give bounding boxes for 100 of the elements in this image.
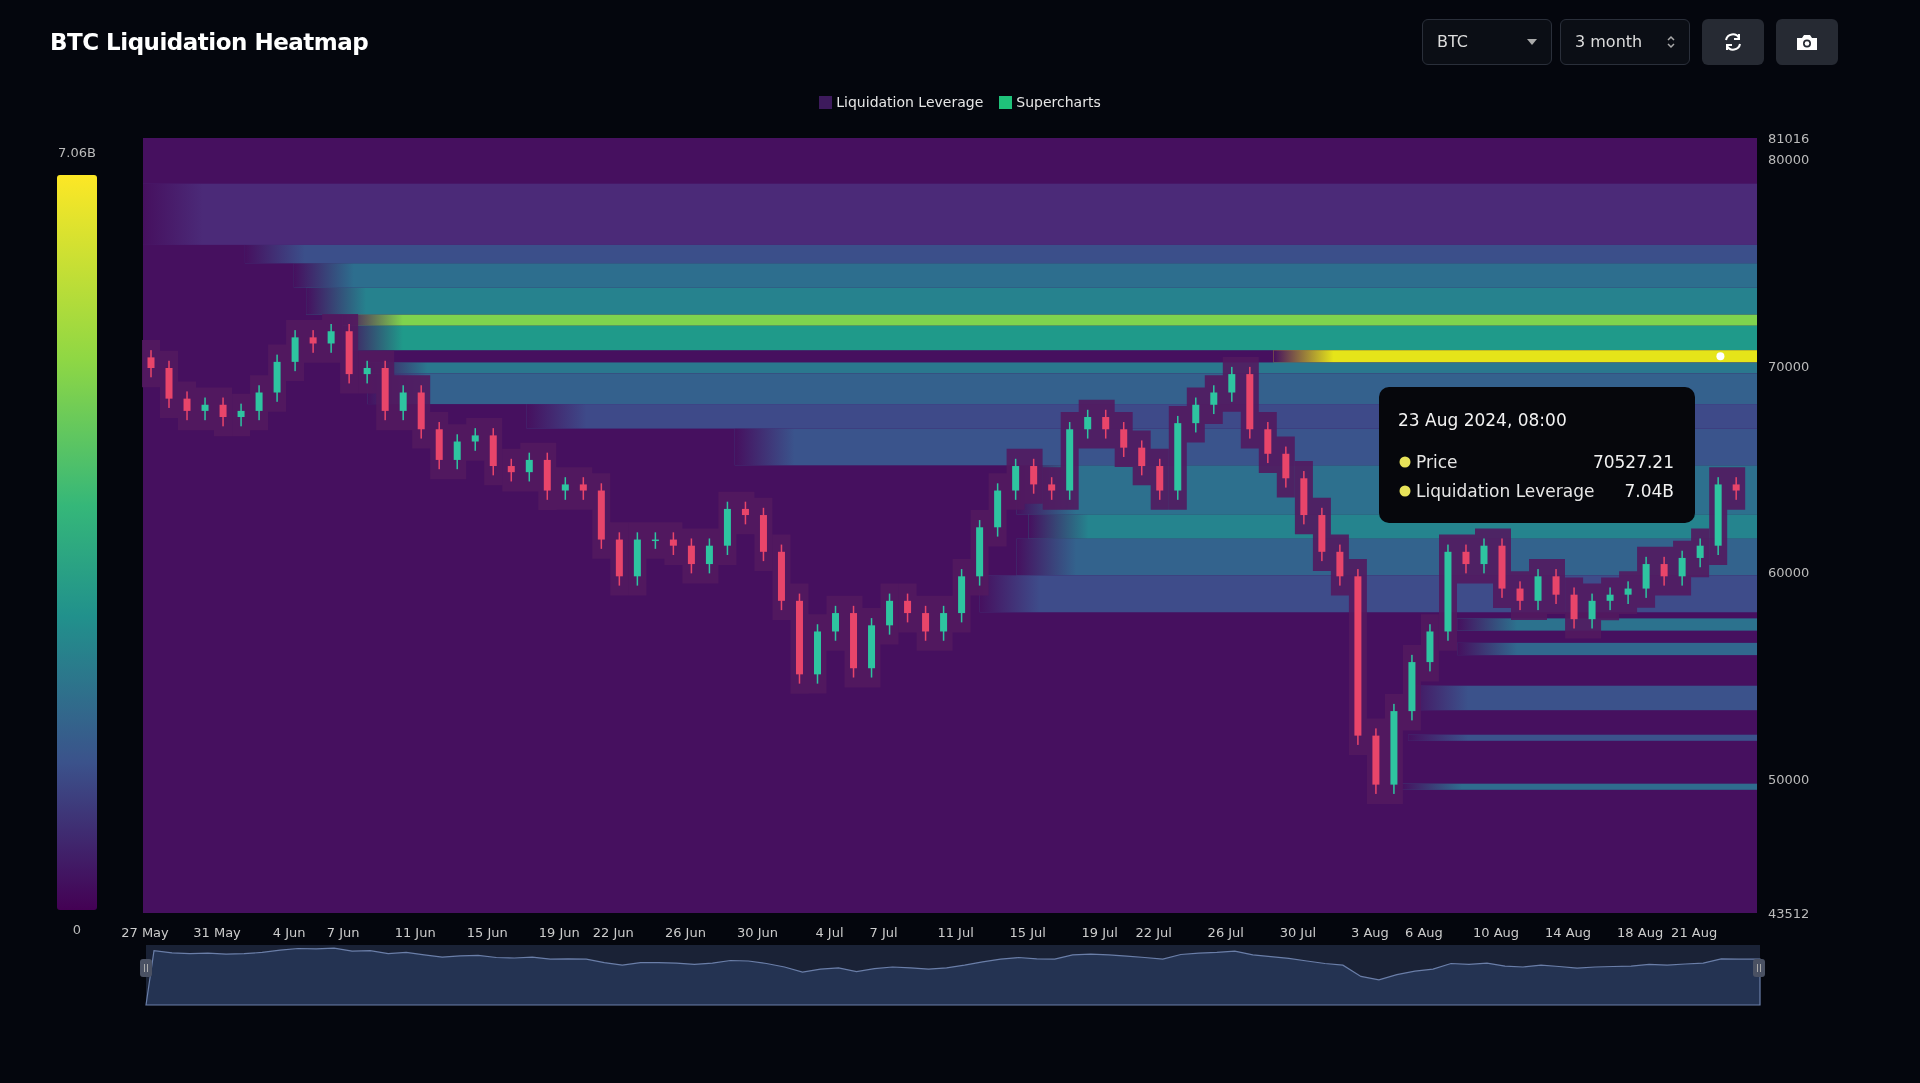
refresh-icon: [1722, 32, 1744, 52]
candlestick: [1300, 471, 1308, 525]
candlestick: [1570, 587, 1578, 629]
x-axis-label: 19 Jun: [538, 925, 580, 940]
candlestick: [777, 544, 785, 611]
scale-min-label: 0: [72, 922, 82, 937]
x-axis-label: 26 Jul: [1207, 925, 1244, 940]
candlestick: [1102, 409, 1110, 439]
x-axis-label: 7 Jul: [869, 925, 898, 940]
candlestick: [1210, 385, 1218, 415]
candlestick: [1336, 544, 1344, 586]
candlestick: [453, 434, 461, 470]
candlestick: [327, 324, 335, 353]
caret-icon: [1527, 39, 1537, 45]
candlestick: [1732, 477, 1740, 500]
candlestick: [579, 477, 587, 500]
candlestick: [705, 538, 713, 574]
candlestick: [309, 330, 317, 353]
candlestick: [1318, 507, 1326, 562]
candlestick: [183, 391, 191, 421]
candlestick: [471, 428, 479, 451]
hover-point-marker: [1716, 352, 1725, 361]
camera-button[interactable]: [1776, 19, 1838, 65]
candlestick: [489, 428, 497, 476]
navigator-handle[interactable]: [140, 959, 152, 977]
candlestick: [1624, 581, 1632, 604]
candlestick: [687, 538, 695, 574]
refresh-button[interactable]: [1702, 19, 1764, 65]
candlestick: [741, 501, 749, 525]
navigator-handle[interactable]: [1753, 959, 1765, 977]
series-dot: [1399, 456, 1411, 468]
candlestick: [1606, 587, 1614, 611]
candlestick: [1696, 538, 1704, 568]
candlestick: [922, 605, 930, 641]
tooltip-label: Liquidation Leverage: [1416, 481, 1595, 501]
candlestick: [147, 350, 155, 378]
candlestick: [1552, 569, 1560, 604]
x-axis-label: 15 Jun: [466, 925, 508, 940]
candlestick: [904, 593, 912, 623]
x-axis-label: 15 Jul: [1009, 925, 1046, 940]
candlestick: [1480, 538, 1488, 574]
candlestick: [976, 520, 984, 586]
y-axis-label: 50000: [1768, 771, 1810, 787]
candlestick: [886, 593, 894, 635]
x-axis-label: 7 Jun: [326, 925, 360, 940]
x-axis-label: 10 Aug: [1472, 925, 1520, 940]
series-dot: [1399, 485, 1411, 497]
candlestick: [435, 422, 443, 470]
x-axis-label: 30 Jul: [1279, 925, 1317, 940]
tooltip-title: 23 Aug 2024, 08:00: [1398, 410, 1567, 430]
candlestick: [1138, 440, 1146, 476]
candlestick: [273, 354, 281, 402]
candlestick: [345, 324, 353, 384]
page-title: BTC Liquidation Heatmap: [50, 27, 369, 57]
x-axis-label: 3 Aug: [1351, 925, 1389, 940]
candlestick: [381, 360, 389, 421]
candlestick: [633, 532, 641, 586]
candlestick: [507, 458, 515, 482]
candlestick: [759, 507, 767, 562]
y-axis-label: 60000: [1768, 565, 1810, 581]
x-axis-label: 27 May: [121, 925, 169, 940]
x-axis-label: 6 Aug: [1405, 925, 1443, 940]
candlestick: [1678, 550, 1686, 586]
candlestick: [723, 501, 731, 555]
candlestick: [1120, 422, 1128, 457]
legend-label[interactable]: Supercharts: [1016, 91, 1101, 113]
legend-label[interactable]: Liquidation Leverage: [836, 91, 984, 113]
coin-select[interactable]: BTC: [1422, 19, 1552, 65]
scale-max-label: 7.06B: [58, 145, 96, 160]
x-axis-label: 4 Jun: [272, 925, 306, 940]
candlestick: [1642, 556, 1650, 598]
camera-icon: [1796, 33, 1818, 51]
candlestick: [1282, 446, 1290, 488]
candlestick: [1660, 556, 1668, 586]
x-axis-label: 14 Aug: [1545, 925, 1592, 940]
candlestick: [615, 532, 623, 586]
candlestick: [1156, 458, 1164, 500]
x-axis-label: 11 Jun: [394, 925, 436, 940]
candlestick: [868, 618, 876, 678]
candlestick: [940, 605, 948, 641]
candlestick: [1264, 422, 1272, 464]
candlestick: [219, 397, 227, 427]
x-axis-label: 26 Jun: [664, 925, 706, 940]
candlestick: [1048, 477, 1056, 500]
x-axis-label: 31 May: [193, 925, 241, 940]
candlestick: [651, 532, 659, 549]
tooltip-label: Price: [1416, 452, 1458, 472]
candlestick: [363, 360, 371, 384]
range-select[interactable]: 3 month: [1560, 19, 1690, 65]
candlestick: [1228, 366, 1236, 402]
x-axis-label: 22 Jun: [592, 925, 634, 940]
y-axis-label: 70000: [1768, 358, 1810, 374]
tooltip-value: 7.04B: [1624, 481, 1674, 501]
tooltip-value: 70527.21: [1592, 452, 1674, 472]
y-axis-label: 81016: [1768, 131, 1810, 146]
candlestick: [291, 330, 299, 372]
candlestick: [1534, 569, 1542, 611]
candlestick: [417, 385, 425, 439]
candlestick: [1372, 728, 1380, 794]
candlestick: [994, 483, 1002, 537]
